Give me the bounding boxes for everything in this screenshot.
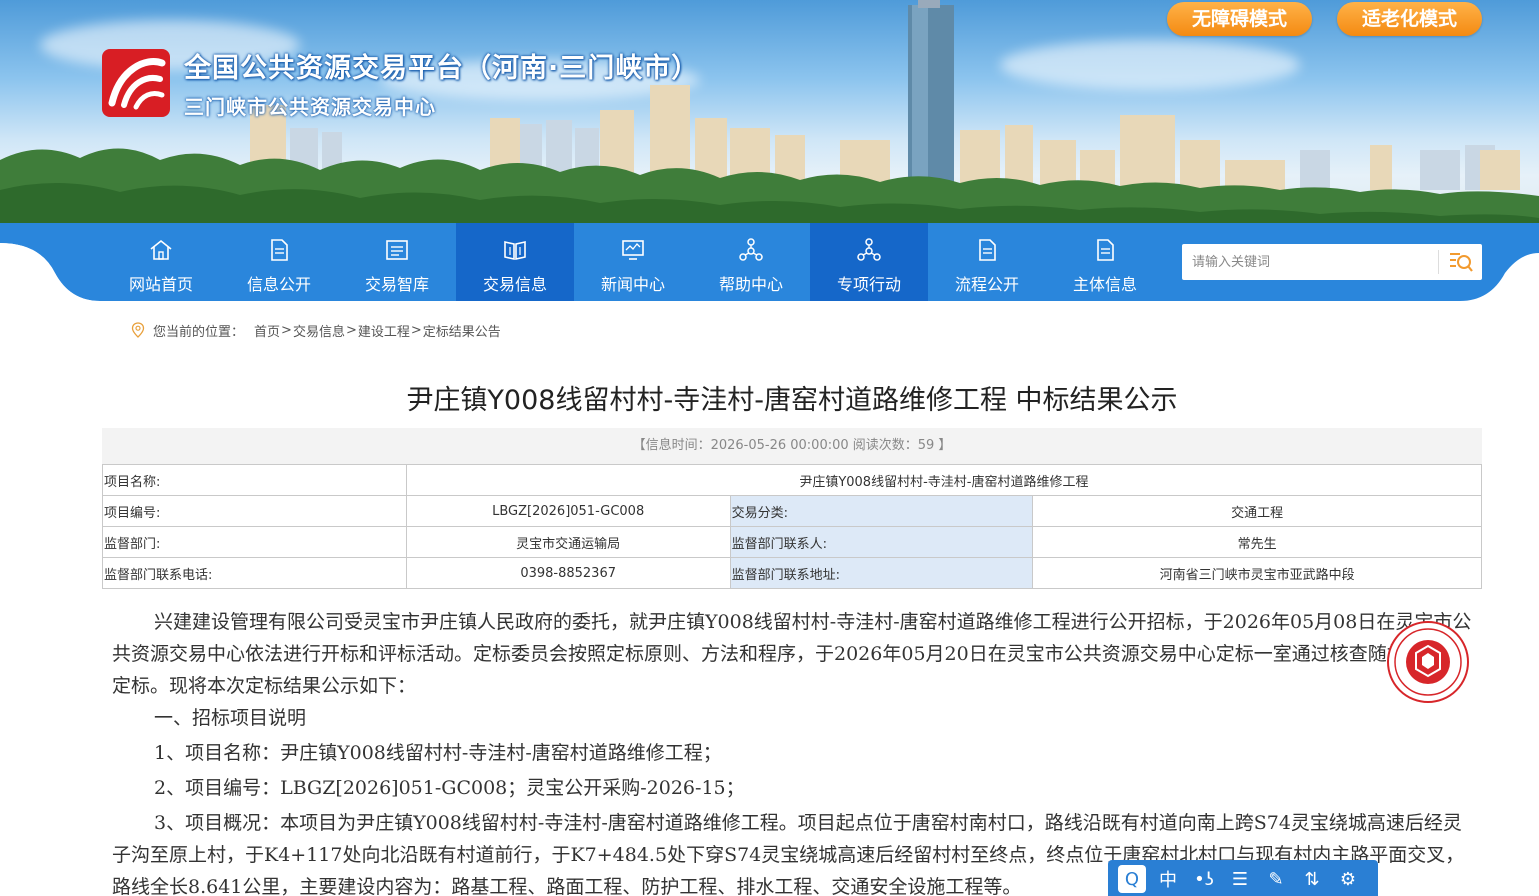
nav-item-entity[interactable]: 主体信息 <box>1046 223 1164 301</box>
body-paragraph: 1、项目名称：尹庄镇Y008线留村村-寺洼村-唐窑村道路维修工程； <box>154 742 722 764</box>
header-banner: 全国公共资源交易平台（河南·三门峡市） 三门峡市公共资源交易中心 无障碍模式 适… <box>0 0 1539 225</box>
contact-value: 常先生 <box>1032 526 1482 558</box>
location-pin-icon <box>131 322 145 338</box>
elder-mode-button[interactable]: 适老化模式 <box>1337 2 1482 36</box>
language-button[interactable]: 中 <box>1154 865 1182 893</box>
article-body: 兴建建设管理有限公司受灵宝市尹庄镇人民政府的委托，就尹庄镇Y008线留村村-寺洼… <box>112 606 1472 896</box>
breadcrumb-trade-info[interactable]: 交易信息 <box>293 321 345 340</box>
list-document-icon <box>386 240 408 260</box>
network-icon <box>857 238 881 261</box>
logo-icon <box>102 49 170 117</box>
breadcrumb-home[interactable]: 首页 <box>254 321 280 340</box>
search-button[interactable] <box>1438 244 1482 280</box>
phone-value: 0398-8852367 <box>405 557 731 589</box>
supervisor-value: 灵宝市交通运输局 <box>405 526 731 558</box>
category-label: 交易分类: <box>729 495 1034 527</box>
table-row: 项目编号: LBGZ[2026]051-GC008 交易分类: 交通工程 <box>102 495 1482 527</box>
table-row: 监督部门: 灵宝市交通运输局 监督部门联系人: 常先生 <box>102 526 1482 558</box>
book-icon <box>504 241 526 260</box>
supervisor-label: 监督部门: <box>102 526 407 558</box>
table-row: 项目名称: 尹庄镇Y008线留村村-寺洼村-唐窑村道路维修工程 <box>102 464 1483 496</box>
settings-button[interactable]: ⚙ <box>1334 865 1362 893</box>
edit-button[interactable]: ✎ <box>1262 865 1290 893</box>
nav-label: 信息公开 <box>246 275 311 294</box>
nav-label: 主体信息 <box>1072 275 1137 294</box>
nav-label: 新闻中心 <box>600 275 665 294</box>
contact-label: 监督部门联系人: <box>729 526 1034 558</box>
project-code-label: 项目编号: <box>102 495 407 527</box>
main-nav: 网站首页 信息公开 交易智库 交易信息 新闻中心 帮助中心 专项行动 流程公开 … <box>0 223 1539 301</box>
home-icon <box>150 239 172 260</box>
accessibility-mode-button[interactable]: 无障碍模式 <box>1167 2 1312 36</box>
article-meta: 【信息时间：2026-05-26 00:00:00 阅读次数：59 】 <box>102 428 1482 464</box>
floating-toolbar: Q 中 •ʖ ☰ ✎ ⇅ ⚙ <box>1108 860 1378 896</box>
nav-item-process[interactable]: 流程公开 <box>928 223 1046 301</box>
search-input[interactable] <box>1182 244 1438 280</box>
voice-button[interactable]: •ʖ <box>1190 865 1218 893</box>
nav-label: 流程公开 <box>954 275 1019 294</box>
body-paragraph: 2、项目编号：LBGZ[2026]051-GC008；灵宝公开采购-2026-1… <box>154 777 745 799</box>
nav-label: 交易信息 <box>482 275 547 294</box>
breadcrumb-separator: > <box>410 322 422 338</box>
nav-label: 网站首页 <box>128 275 193 294</box>
monitor-icon <box>622 240 644 260</box>
breadcrumb-separator: > <box>281 322 292 338</box>
address-label: 监督部门联系地址: <box>729 557 1034 589</box>
nav-item-special-action[interactable]: 专项行动 <box>810 223 928 301</box>
nav-label: 专项行动 <box>836 275 901 294</box>
nav-item-trade-info[interactable]: 交易信息 <box>456 223 574 301</box>
category-value: 交通工程 <box>1032 495 1482 527</box>
article-title: 尹庄镇Y008线留村村-寺洼村-唐窑村道路维修工程 中标结果公示 <box>406 385 1178 416</box>
address-value: 河南省三门峡市灵宝市亚武路中段 <box>1032 557 1482 589</box>
search-tool-button[interactable]: Q <box>1118 865 1146 893</box>
breadcrumb: 您当前的位置： 首页 > 交易信息 > 建设工程 > 定标结果公告 <box>131 320 501 340</box>
nav-items: 网站首页 信息公开 交易智库 交易信息 新闻中心 帮助中心 专项行动 流程公开 … <box>102 223 1164 301</box>
breadcrumb-construction[interactable]: 建设工程 <box>358 321 410 340</box>
search-box <box>1182 244 1482 280</box>
document-icon <box>271 239 288 261</box>
nav-label: 帮助中心 <box>718 275 783 294</box>
nav-item-home[interactable]: 网站首页 <box>102 223 220 301</box>
project-code-value: LBGZ[2026]051-GC008 <box>405 495 731 527</box>
site-subtitle: 三门峡市公共资源交易中心 <box>184 95 436 119</box>
phone-label: 监督部门联系电话: <box>102 557 407 589</box>
breadcrumb-prefix: 您当前的位置： <box>153 324 245 340</box>
breadcrumb-current[interactable]: 定标结果公告 <box>423 321 501 340</box>
site-title: 全国公共资源交易平台（河南·三门峡市） <box>184 53 700 84</box>
nav-item-news[interactable]: 新闻中心 <box>574 223 692 301</box>
transfer-button[interactable]: ⇅ <box>1298 865 1326 893</box>
nav-label: 交易智库 <box>364 275 429 294</box>
menu-button[interactable]: ☰ <box>1226 865 1254 893</box>
verification-seal-icon[interactable] <box>1386 620 1470 704</box>
nav-item-info-disclosure[interactable]: 信息公开 <box>220 223 338 301</box>
section-heading: 一、招标项目说明 <box>154 707 307 729</box>
nav-item-think-tank[interactable]: 交易智库 <box>338 223 456 301</box>
search-icon <box>1450 253 1473 272</box>
site-logo-block[interactable]: 全国公共资源交易平台（河南·三门峡市） 三门峡市公共资源交易中心 <box>102 46 699 120</box>
document-icon <box>979 239 996 261</box>
project-name-label: 项目名称: <box>102 464 407 496</box>
document-icon <box>1097 239 1114 261</box>
body-paragraph: 兴建建设管理有限公司受灵宝市尹庄镇人民政府的委托，就尹庄镇Y008线留村村-寺洼… <box>112 611 1472 697</box>
project-name-value: 尹庄镇Y008线留村村-寺洼村-唐窑村道路维修工程 <box>405 464 1483 496</box>
project-info-table: 项目名称: 尹庄镇Y008线留村村-寺洼村-唐窑村道路维修工程 项目编号: LB… <box>102 464 1483 589</box>
table-row: 监督部门联系电话: 0398-8852367 监督部门联系地址: 河南省三门峡市… <box>102 557 1482 589</box>
network-icon <box>739 238 763 261</box>
nav-item-help[interactable]: 帮助中心 <box>692 223 810 301</box>
breadcrumb-separator: > <box>345 322 357 338</box>
